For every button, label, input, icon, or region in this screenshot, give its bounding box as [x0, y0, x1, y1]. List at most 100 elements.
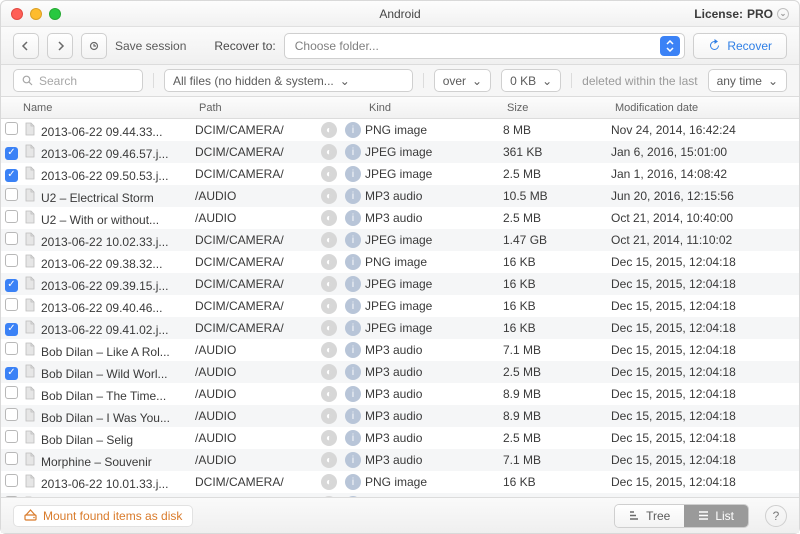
table-row[interactable]: Morphine – Souvenir/AUDIO◐iMP3 audio7.1 … [1, 449, 799, 471]
column-header-name[interactable]: Name [19, 102, 195, 114]
file-type-filter-value: All files (no hidden & system... [173, 74, 334, 88]
row-info-icon[interactable]: i [341, 342, 365, 359]
row-info-icon[interactable]: i [341, 408, 365, 425]
row-preview-icon[interactable]: ◐ [317, 166, 341, 183]
row-info-icon[interactable]: i [341, 320, 365, 337]
row-info-icon[interactable]: i [341, 122, 365, 139]
row-info-icon[interactable]: i [341, 144, 365, 161]
row-preview-icon[interactable]: ◐ [317, 386, 341, 403]
row-preview-icon[interactable]: ◐ [317, 408, 341, 425]
file-type-filter[interactable]: All files (no hidden & system... ⌄ [164, 69, 413, 92]
row-info-icon[interactable]: i [341, 430, 365, 447]
table-row[interactable]: 2013-06-22 09.40.46...DCIM/CAMERA/◐iJPEG… [1, 295, 799, 317]
cell-date: Dec 15, 2015, 12:04:18 [611, 365, 799, 379]
table-row[interactable]: 2013-06-22 09.39.15.j...DCIM/CAMERA/◐iJP… [1, 273, 799, 295]
row-checkbox[interactable] [5, 232, 18, 245]
row-info-icon[interactable]: i [341, 452, 365, 469]
view-tree-button[interactable]: Tree [615, 505, 684, 527]
row-info-icon[interactable]: i [341, 166, 365, 183]
row-preview-icon[interactable]: ◐ [317, 144, 341, 161]
cell-size: 8.9 MB [503, 387, 611, 401]
cell-size: 16 KB [503, 475, 611, 489]
table-row[interactable]: U2 – Electrical Storm/AUDIO◐iMP3 audio10… [1, 185, 799, 207]
time-range-select[interactable]: any time ⌄ [708, 69, 787, 92]
row-preview-icon[interactable]: ◐ [317, 364, 341, 381]
row-checkbox[interactable] [5, 408, 18, 421]
nav-back-button[interactable] [13, 33, 39, 59]
row-preview-icon[interactable]: ◐ [317, 254, 341, 271]
row-checkbox[interactable] [5, 254, 18, 267]
column-header-size[interactable]: Size [503, 102, 611, 114]
row-checkbox[interactable] [5, 188, 18, 201]
row-info-icon[interactable]: i [341, 188, 365, 205]
size-comparator-select[interactable]: over ⌄ [434, 69, 491, 92]
row-info-icon[interactable]: i [341, 298, 365, 315]
row-info-icon[interactable]: i [341, 232, 365, 249]
table-row[interactable]: 2013-06-22 09.44.33...DCIM/CAMERA/◐iPNG … [1, 119, 799, 141]
file-table-body: 2013-06-22 09.44.33...DCIM/CAMERA/◐iPNG … [1, 119, 799, 497]
table-row[interactable]: 2013-06-22 09.41.02.j...DCIM/CAMERA/◐iJP… [1, 317, 799, 339]
table-row[interactable]: 2013-06-22 10.01.33.j...DCIM/CAMERA/◐iPN… [1, 471, 799, 493]
help-button[interactable]: ? [765, 505, 787, 527]
row-checkbox[interactable] [5, 474, 18, 487]
row-preview-icon[interactable]: ◐ [317, 210, 341, 227]
cell-size: 2.5 MB [503, 167, 611, 181]
file-type-icon [23, 430, 37, 444]
table-row[interactable]: 2013-06-22 09.50.53.j...DCIM/CAMERA/◐iJP… [1, 163, 799, 185]
cell-name: 2013-06-22 09.39.15.j... [19, 276, 195, 293]
row-checkbox[interactable] [5, 430, 18, 443]
row-info-icon[interactable]: i [341, 210, 365, 227]
column-header-date[interactable]: Modification date [611, 102, 799, 114]
row-preview-icon[interactable]: ◐ [317, 474, 341, 491]
row-preview-icon[interactable]: ◐ [317, 122, 341, 139]
license-indicator[interactable]: License: PRO ⌄ [694, 7, 789, 21]
row-preview-icon[interactable]: ◐ [317, 232, 341, 249]
row-checkbox[interactable] [5, 147, 18, 160]
view-list-button[interactable]: List [684, 505, 748, 527]
row-checkbox[interactable] [5, 323, 18, 336]
row-info-icon[interactable]: i [341, 474, 365, 491]
table-row[interactable]: Bob Dilan – Selig/AUDIO◐iMP3 audio2.5 MB… [1, 427, 799, 449]
row-checkbox[interactable] [5, 342, 18, 355]
row-info-icon[interactable]: i [341, 276, 365, 293]
row-preview-icon[interactable]: ◐ [317, 298, 341, 315]
table-row[interactable]: Bob Dilan – Wild Worl.../AUDIO◐iMP3 audi… [1, 361, 799, 383]
cell-path: DCIM/CAMERA/ [195, 299, 317, 313]
table-row[interactable]: Bob Dilan – Like A Rol.../AUDIO◐iMP3 aud… [1, 339, 799, 361]
row-preview-icon[interactable]: ◐ [317, 276, 341, 293]
table-row[interactable]: Bob Dilan – The Time.../AUDIO◐iMP3 audio… [1, 383, 799, 405]
row-info-icon[interactable]: i [341, 254, 365, 271]
row-checkbox[interactable] [5, 279, 18, 292]
column-header-path[interactable]: Path [195, 102, 317, 114]
row-checkbox[interactable] [5, 367, 18, 380]
row-checkbox[interactable] [5, 122, 18, 135]
row-preview-icon[interactable]: ◐ [317, 320, 341, 337]
size-threshold-select[interactable]: 0 KB ⌄ [501, 69, 561, 92]
table-row[interactable]: 2013-06-22 09.38.32...DCIM/CAMERA/◐iPNG … [1, 251, 799, 273]
search-input[interactable]: Search [13, 69, 143, 92]
mount-disk-label: Mount found items as disk [43, 509, 182, 523]
target-folder-select[interactable]: Choose folder... [284, 33, 686, 59]
row-info-icon[interactable]: i [341, 386, 365, 403]
recover-button[interactable]: Recover [693, 33, 787, 59]
table-row[interactable]: U2 – With or without.../AUDIO◐iMP3 audio… [1, 207, 799, 229]
row-checkbox[interactable] [5, 169, 18, 182]
row-preview-icon[interactable]: ◐ [317, 452, 341, 469]
mount-disk-button[interactable]: Mount found items as disk [13, 505, 193, 527]
row-checkbox[interactable] [5, 452, 18, 465]
row-preview-icon[interactable]: ◐ [317, 188, 341, 205]
row-checkbox[interactable] [5, 298, 18, 311]
table-row[interactable]: Bob Dilan – I Was You.../AUDIO◐iMP3 audi… [1, 405, 799, 427]
row-checkbox[interactable] [5, 210, 18, 223]
nav-forward-button[interactable] [47, 33, 73, 59]
save-session-icon-button[interactable] [81, 33, 107, 59]
table-row[interactable]: 2013-06-22 10.02.33.j...DCIM/CAMERA/◐iJP… [1, 229, 799, 251]
table-row[interactable]: 2013-06-22 09.46.57.j...DCIM/CAMERA/◐iJP… [1, 141, 799, 163]
row-checkbox[interactable] [5, 386, 18, 399]
cell-kind: JPEG image [365, 299, 503, 313]
row-preview-icon[interactable]: ◐ [317, 342, 341, 359]
file-type-icon [23, 320, 37, 334]
row-preview-icon[interactable]: ◐ [317, 430, 341, 447]
row-info-icon[interactable]: i [341, 364, 365, 381]
column-header-kind[interactable]: Kind [365, 102, 503, 114]
